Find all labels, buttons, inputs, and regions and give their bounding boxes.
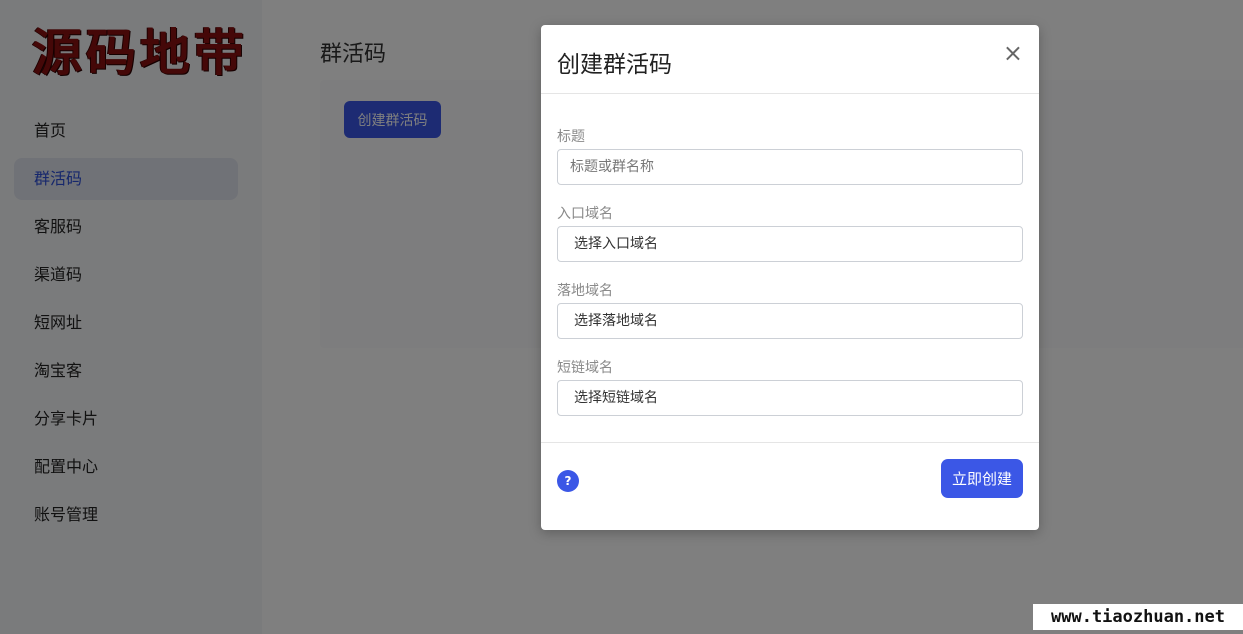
entry-domain-field-group: 入口域名 选择入口域名 xyxy=(557,203,1023,262)
landing-domain-label: 落地域名 xyxy=(557,283,613,299)
help-icon[interactable]: ? xyxy=(557,470,579,492)
short-link-domain-select[interactable]: 选择短链域名 xyxy=(557,380,1023,416)
close-icon[interactable]: × xyxy=(1003,39,1023,67)
entry-domain-select[interactable]: 选择入口域名 xyxy=(557,226,1023,262)
landing-domain-field-group: 落地域名 选择落地域名 xyxy=(557,280,1023,339)
short-link-domain-label: 短链域名 xyxy=(557,360,613,376)
title-field-group: 标题 xyxy=(557,126,1023,185)
entry-domain-label: 入口域名 xyxy=(557,206,613,222)
short-link-domain-field-group: 短链域名 选择短链域名 xyxy=(557,357,1023,416)
modal-title: 创建群活码 xyxy=(557,52,672,78)
modal-header: 创建群活码 × xyxy=(541,25,1039,94)
create-group-code-modal: 创建群活码 × 标题 入口域名 选择入口域名 落地域名 选择落地域名 短链域名 … xyxy=(541,25,1039,530)
modal-footer: ? 立即创建 xyxy=(541,442,1039,530)
title-input[interactable] xyxy=(557,149,1023,185)
app-root: 源码地带 首页 群活码 客服码 渠道码 短网址 淘宝客 分享卡片 配置中心 账号… xyxy=(0,0,1243,634)
landing-domain-select[interactable]: 选择落地域名 xyxy=(557,303,1023,339)
create-now-button[interactable]: 立即创建 xyxy=(941,459,1023,498)
title-label: 标题 xyxy=(557,129,585,145)
modal-body: 标题 入口域名 选择入口域名 落地域名 选择落地域名 短链域名 选择短链域名 xyxy=(541,94,1039,416)
watermark: www.tiaozhuan.net xyxy=(1033,604,1243,630)
